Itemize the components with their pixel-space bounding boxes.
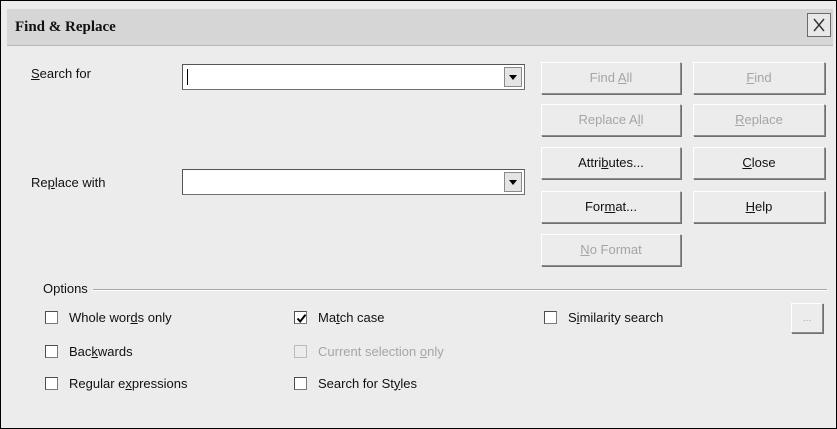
format-button[interactable]: Format... [541,191,681,223]
search-dropdown-arrow-icon[interactable] [504,67,522,87]
search-for-styles-label: Search for Styles [318,375,417,391]
replace-combobox[interactable] [182,169,525,195]
window-title: Find & Replace [15,19,116,35]
replace-button[interactable]: Replace [693,104,825,136]
replace-all-button[interactable]: Replace All [541,104,681,136]
attributes-button[interactable]: Attributes... [541,147,681,179]
options-label: Options [43,281,88,296]
find-button[interactable]: Find [693,62,825,94]
search-for-label: Search for [31,66,91,81]
close-icon [813,18,825,32]
checkbox-box[interactable] [45,310,58,324]
search-input[interactable] [186,68,499,86]
checkbox-box[interactable] [294,310,307,324]
replace-dropdown-arrow-icon[interactable] [504,172,522,192]
backwards-label: Backwards [69,343,133,359]
whole-words-label: Whole words only [69,309,172,325]
title-bar: Find & Replace [7,9,833,46]
replace-input[interactable] [186,173,499,191]
checkbox-box[interactable] [294,376,307,390]
current-selection-label: Current selection only [318,343,444,359]
checkbox-box[interactable] [294,344,307,358]
search-combobox[interactable] [182,64,525,90]
help-button[interactable]: Help [693,191,825,223]
similarity-search-label: Similarity search [568,309,664,325]
close-window-button[interactable] [807,13,831,37]
backwards-checkbox[interactable]: Backwards [45,341,133,361]
no-format-button[interactable]: No Format [541,234,681,266]
match-case-checkbox[interactable]: Match case [294,307,385,327]
checkbox-box[interactable] [45,376,58,390]
current-selection-checkbox[interactable]: Current selection only [294,341,444,361]
replace-with-label: Replace with [31,175,106,190]
checkbox-box[interactable] [45,344,58,358]
checkmark-icon [296,313,307,323]
find-all-button[interactable]: Find All [541,62,681,94]
options-divider [93,289,827,291]
match-case-label: Match case [318,309,385,325]
search-for-styles-checkbox[interactable]: Search for Styles [294,373,417,393]
regular-expressions-checkbox[interactable]: Regular expressions [45,373,188,393]
close-button[interactable]: Close [693,147,825,179]
similarity-search-checkbox[interactable]: Similarity search [544,307,663,327]
whole-words-checkbox[interactable]: Whole words only [45,307,172,327]
regular-expressions-label: Regular expressions [69,375,188,391]
similarity-options-button[interactable]: ... [791,303,823,333]
checkbox-box[interactable] [544,310,557,324]
find-replace-dialog: Find & Replace Search for Replace with F… [0,0,837,429]
